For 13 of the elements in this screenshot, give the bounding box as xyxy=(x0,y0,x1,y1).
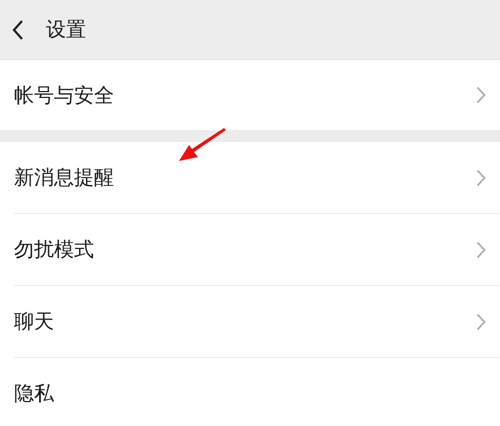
page-title: 设置 xyxy=(46,16,86,43)
arrow-icon xyxy=(176,128,228,164)
row-label: 隐私 xyxy=(14,380,54,406)
row-label: 帐号与安全 xyxy=(14,82,114,108)
row-label: 新消息提醒 xyxy=(14,164,114,191)
row-label: 聊天 xyxy=(14,308,54,335)
back-icon xyxy=(12,18,24,40)
settings-row[interactable]: 隐私 xyxy=(0,358,500,426)
settings-row[interactable]: 聊天 xyxy=(0,286,500,357)
row-label: 勿扰模式 xyxy=(14,236,94,263)
settings-row[interactable]: 帐号与安全 xyxy=(0,60,500,130)
settings-row[interactable]: 勿扰模式 xyxy=(0,214,500,285)
settings-row[interactable]: 新消息提醒 xyxy=(0,142,500,213)
